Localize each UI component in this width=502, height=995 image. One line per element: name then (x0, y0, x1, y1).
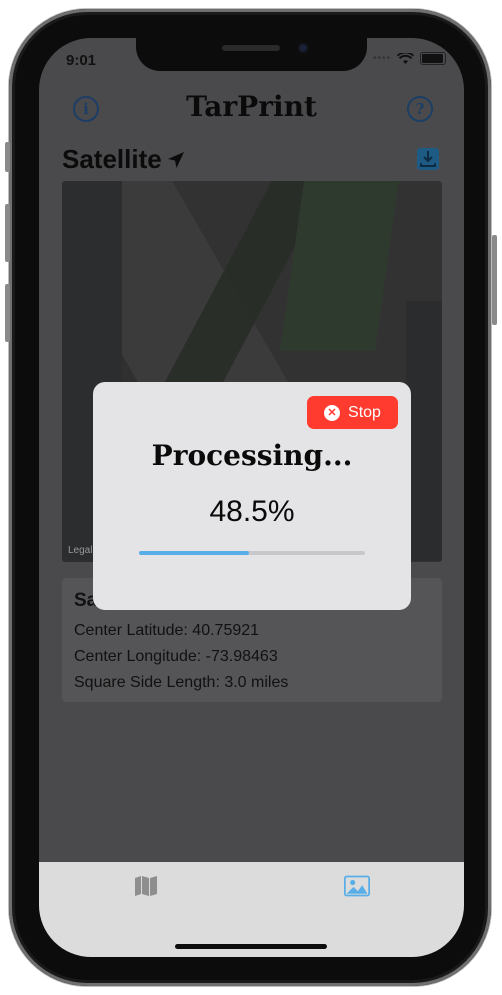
center-longitude: Center Longitude: -73.98463 (74, 648, 278, 665)
power-button (492, 235, 497, 325)
processing-dialog: ✕ Stop Processing... 48.5% (93, 382, 411, 610)
square-side-length: Square Side Length: 3.0 miles (74, 674, 289, 691)
tab-bar (39, 862, 464, 957)
stop-button[interactable]: ✕ Stop (307, 396, 398, 429)
silent-switch (5, 142, 10, 172)
status-icons: •••• (373, 52, 446, 65)
home-indicator[interactable] (175, 944, 327, 949)
progress-fill (139, 551, 249, 555)
notch (136, 38, 367, 71)
help-button[interactable]: ? (407, 96, 433, 122)
map-icon[interactable] (133, 874, 159, 898)
map-legal-label[interactable]: Legal (68, 545, 92, 556)
camera (297, 42, 309, 54)
page-title: TarPrint (186, 90, 317, 123)
status-time: 9:01 (66, 52, 97, 69)
center-latitude: Center Latitude: 40.75921 (74, 622, 260, 639)
signal-icon: •••• (372, 53, 391, 64)
download-icon[interactable] (417, 148, 439, 170)
progress-percent: 48.5% (209, 495, 295, 528)
progress-track (139, 551, 365, 555)
map-park (280, 181, 399, 351)
volume-up-button (5, 204, 10, 262)
image-icon[interactable] (344, 874, 370, 898)
processing-title: Processing... (151, 439, 353, 472)
wifi-icon (397, 52, 414, 64)
stop-label: Stop (348, 403, 381, 421)
map-river-east (406, 301, 442, 561)
section-title-text: Satellite (62, 144, 162, 174)
speaker (222, 45, 280, 51)
section-title: Satellite (62, 144, 186, 175)
battery-icon (420, 52, 446, 65)
phone-screen: 9:01 •••• i TarPrint ? Satellite Legal S… (39, 38, 464, 957)
volume-down-button (5, 284, 10, 342)
location-arrow-icon (167, 151, 184, 168)
close-circle-icon: ✕ (324, 404, 341, 421)
